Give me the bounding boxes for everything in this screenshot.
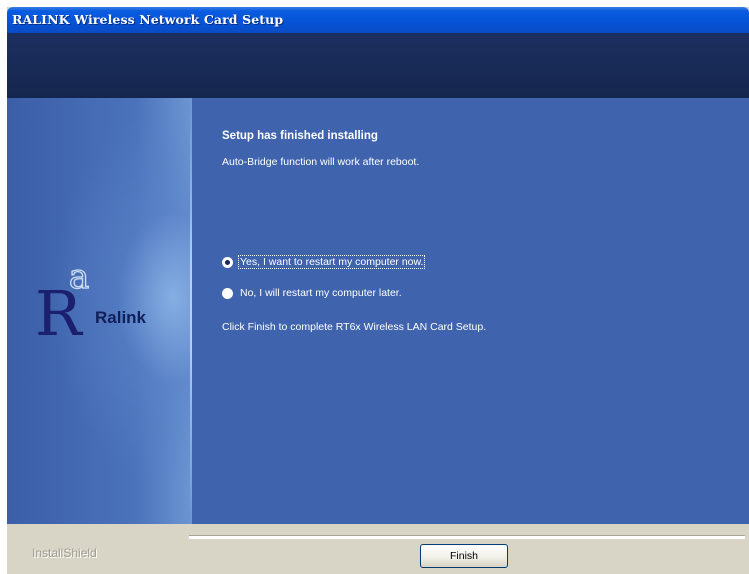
- page-title: Setup has finished installing: [222, 130, 378, 142]
- restart-later-radio[interactable]: [222, 287, 233, 299]
- window-title: RALINK Wireless Network Card Setup: [12, 12, 284, 27]
- header-banner: [7, 33, 749, 98]
- finish-instruction-text: Click Finish to complete RT6x Wireless L…: [222, 321, 487, 333]
- button-bar: InstallShield Finish: [7, 524, 749, 574]
- restart-later-label[interactable]: No, I will restart my computer later.: [239, 287, 403, 299]
- wizard-content: a R Ralink Setup has finished installing…: [7, 98, 749, 524]
- footer-separator: [189, 535, 745, 539]
- reboot-info-text: Auto-Bridge function will work after reb…: [222, 156, 420, 168]
- finish-button[interactable]: Finish: [420, 544, 508, 568]
- panel-divider: [190, 98, 192, 524]
- setup-window: RALINK Wireless Network Card Setup a R R…: [7, 7, 749, 574]
- restart-later-option[interactable]: No, I will restart my computer later.: [222, 287, 403, 299]
- logo-wordmark: Ralink: [95, 308, 147, 327]
- title-bar[interactable]: RALINK Wireless Network Card Setup: [7, 7, 749, 33]
- svg-text:R: R: [35, 277, 84, 338]
- ralink-logo: a R Ralink: [35, 248, 185, 350]
- restart-now-option[interactable]: Yes, I want to restart my computer now.: [222, 255, 426, 269]
- restart-now-radio[interactable]: [222, 256, 233, 268]
- installshield-brand: InstallShield: [32, 546, 97, 560]
- restart-now-label[interactable]: Yes, I want to restart my computer now.: [237, 255, 426, 269]
- side-panel: a R Ralink: [7, 98, 192, 524]
